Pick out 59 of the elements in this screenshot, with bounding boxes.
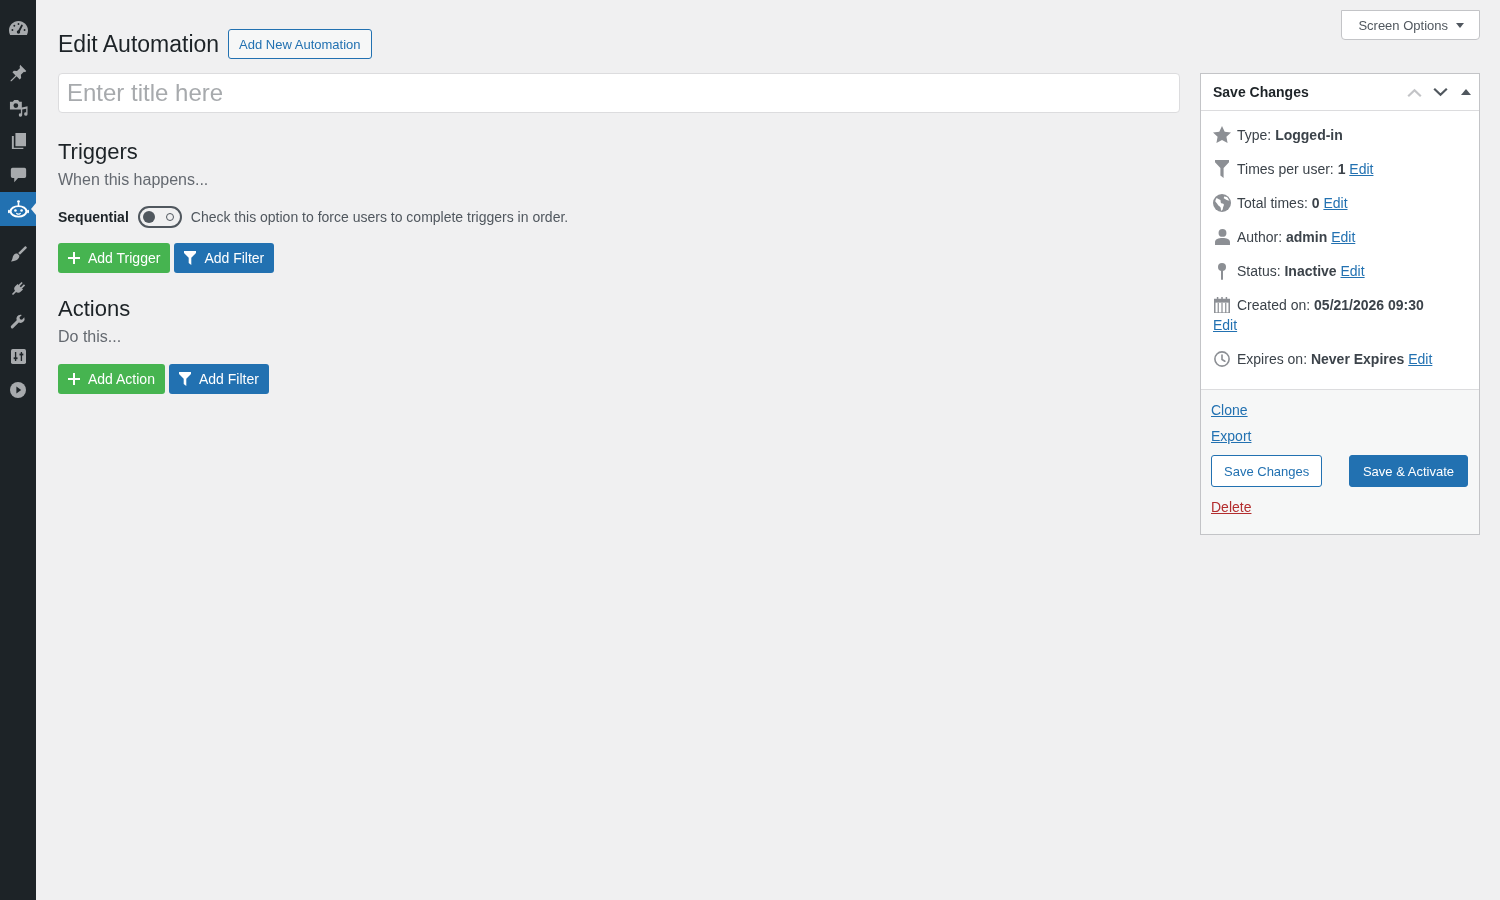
- detail-text: Author: admin: [1237, 229, 1328, 245]
- plug-icon: [9, 279, 27, 297]
- plus-icon: [68, 373, 80, 385]
- title-field[interactable]: Enter title here: [58, 73, 1180, 113]
- add-filter-button[interactable]: Add Filter: [168, 364, 269, 394]
- save-activate-button[interactable]: Save & Activate: [1348, 455, 1468, 487]
- funnel-icon: [1215, 160, 1229, 178]
- section-description: Do this...: [58, 327, 123, 347]
- screen-options-button[interactable]: Screen Options: [1341, 10, 1480, 40]
- edit-link[interactable]: Edit: [1331, 229, 1356, 245]
- funnel-icon: [178, 372, 191, 386]
- calendar-icon: [1214, 296, 1230, 314]
- caret-down-icon: [1456, 22, 1464, 28]
- speech-bubble-icon: [9, 166, 27, 184]
- sliders-icon: [10, 348, 26, 364]
- pushpin-icon: [9, 64, 27, 82]
- edit-link[interactable]: Edit: [1213, 317, 1238, 333]
- detail-text: Type: Logged-in: [1237, 127, 1343, 143]
- toggle-help-text: Check this option to force users to complete triggers in order.: [190, 209, 569, 225]
- star-icon: [1213, 126, 1231, 144]
- page-title: Edit Automation: [58, 30, 220, 59]
- gauge-icon: [8, 20, 28, 36]
- add-filter-button[interactable]: Add Filter: [174, 243, 275, 273]
- pages-icon: [10, 132, 26, 150]
- pin-icon: [1218, 262, 1226, 280]
- edit-link[interactable]: Edit: [1349, 161, 1374, 177]
- delete-link[interactable]: Delete: [1211, 497, 1252, 517]
- wrench-icon: [10, 314, 26, 330]
- section-heading: Actions: [58, 295, 132, 323]
- detail-text: Expires on: Never Expires: [1237, 351, 1405, 367]
- toggle-label: Sequential: [58, 209, 129, 225]
- clone-link[interactable]: Clone: [1211, 400, 1248, 420]
- camera-music-icon: [8, 97, 28, 117]
- save-changes-button[interactable]: Save Changes: [1211, 455, 1323, 487]
- edit-link[interactable]: Edit: [1340, 263, 1365, 279]
- panel-title: Save Changes: [1213, 84, 1310, 100]
- robot-icon: [7, 200, 29, 218]
- detail-text: Created on: 05/21/2026 09:30: [1237, 297, 1424, 313]
- paintbrush-icon: [9, 245, 27, 263]
- menu-item[interactable]: [0, 192, 36, 226]
- add-button[interactable]: Add Action: [58, 364, 165, 394]
- funnel-icon: [184, 251, 197, 265]
- toggle-switch[interactable]: [137, 206, 182, 228]
- export-link[interactable]: Export: [1211, 426, 1252, 446]
- detail-text: Total times: 0: [1237, 195, 1320, 211]
- pointer-icon: [31, 203, 36, 215]
- globe-icon: [1213, 194, 1231, 212]
- edit-link[interactable]: Edit: [1323, 195, 1348, 211]
- section-heading: Triggers: [58, 138, 139, 166]
- person-icon: [1214, 229, 1230, 245]
- add-new-button[interactable]: Add New Automation: [228, 29, 372, 59]
- play-icon: [10, 382, 26, 398]
- detail-text: Status: Inactive: [1237, 263, 1337, 279]
- add-button[interactable]: Add Trigger: [58, 243, 171, 273]
- plus-icon: [68, 252, 80, 264]
- detail-text: Times per user: 1: [1237, 161, 1346, 177]
- clock-icon: [1214, 351, 1230, 367]
- section-description: When this happens...: [58, 170, 210, 190]
- edit-link[interactable]: Edit: [1408, 351, 1433, 367]
